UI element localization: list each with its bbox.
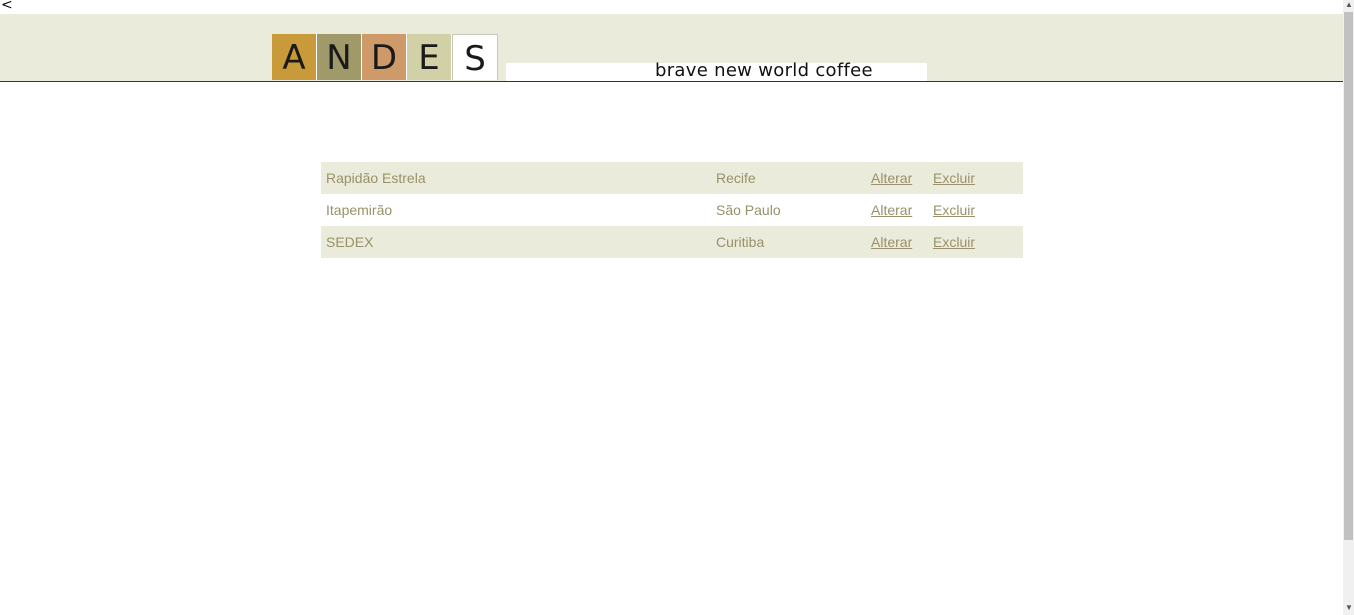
carrier-city: Recife — [716, 170, 756, 186]
carrier-name: Itapemirão — [326, 202, 393, 218]
scroll-up-icon[interactable]: ▲ — [1345, 0, 1353, 10]
logo-tile-n: N — [317, 34, 362, 80]
logo-tile-a: A — [272, 34, 317, 80]
scroll-down-icon[interactable]: ▼ — [1345, 603, 1353, 613]
carriers-table: Rapidão Estrela Recife Alterar Excluir I… — [321, 162, 1023, 258]
alter-link[interactable]: Alterar — [871, 202, 912, 218]
table-row: Rapidão Estrela Recife Alterar Excluir — [321, 162, 1023, 194]
alter-link[interactable]: Alterar — [871, 234, 912, 250]
carrier-name: Rapidão Estrela — [326, 170, 426, 186]
delete-link[interactable]: Excluir — [933, 202, 975, 218]
stray-text: < — [1, 0, 13, 13]
delete-link[interactable]: Excluir — [933, 170, 975, 186]
logo-tile-e: E — [407, 34, 452, 80]
scrollbar-thumb[interactable] — [1344, 12, 1353, 540]
logo-tile-s: S — [452, 34, 498, 80]
table-row: SEDEX Curitiba Alterar Excluir — [321, 226, 1023, 258]
logo-tile-d: D — [362, 34, 407, 80]
vertical-scrollbar[interactable]: ▲ ▼ — [1343, 0, 1354, 615]
carrier-name: SEDEX — [326, 234, 374, 250]
andes-logo: A N D E S — [272, 34, 498, 81]
tagline: brave new world coffee — [655, 60, 873, 81]
table-row: Itapemirão São Paulo Alterar Excluir — [321, 194, 1023, 226]
carrier-city: São Paulo — [716, 202, 781, 218]
alter-link[interactable]: Alterar — [871, 170, 912, 186]
delete-link[interactable]: Excluir — [933, 234, 975, 250]
carrier-city: Curitiba — [716, 234, 765, 250]
